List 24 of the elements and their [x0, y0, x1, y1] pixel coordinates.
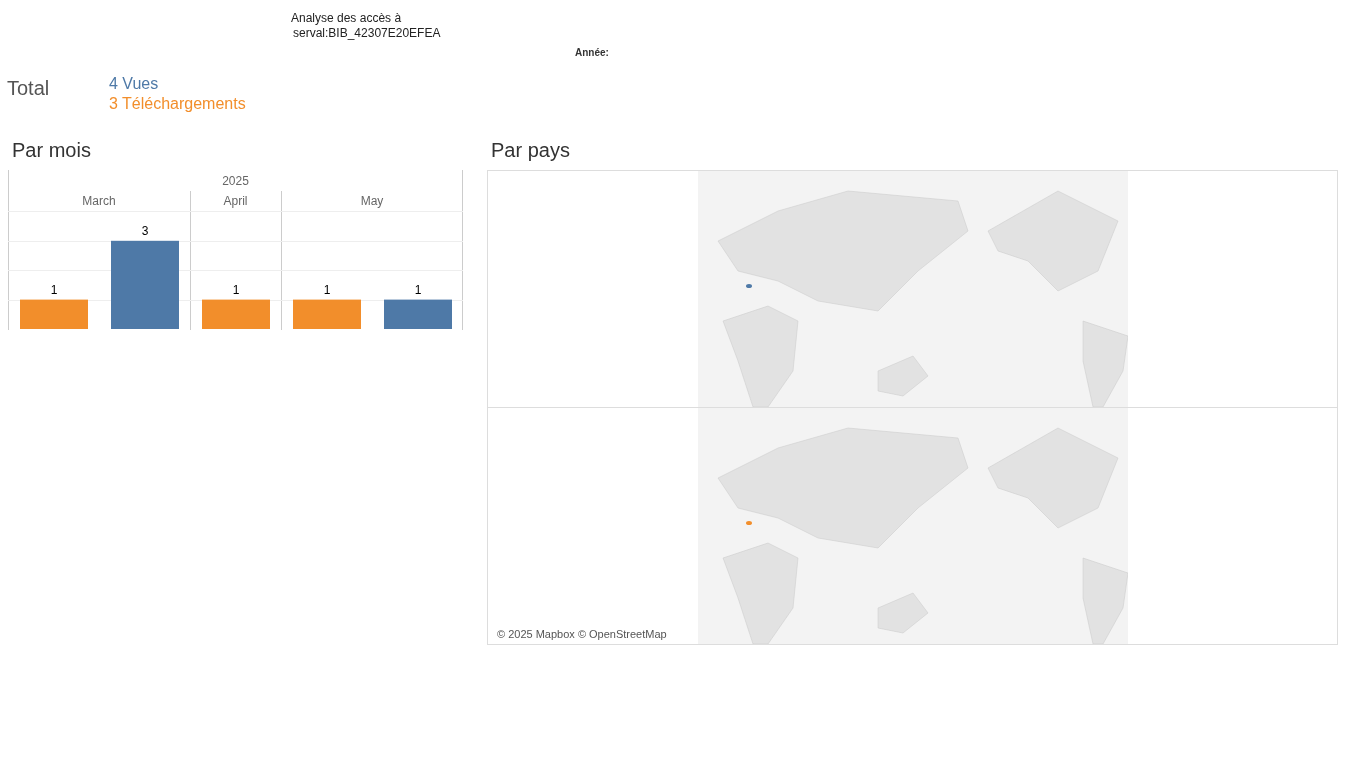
bar-value-label: 3	[141, 223, 149, 238]
bar[interactable]	[293, 299, 361, 329]
bar-value-label: 1	[50, 282, 58, 297]
bar-value-label: 1	[323, 282, 331, 297]
total-count: 4 Vues	[109, 74, 160, 94]
year-filter-label: Année:	[575, 47, 609, 58]
year-label: 2025	[222, 174, 249, 188]
bar-value-label: 1	[232, 282, 240, 297]
bar[interactable]	[20, 299, 88, 329]
report-title: Analyse des accès à	[291, 11, 403, 26]
month-label: May	[360, 194, 384, 208]
section-heading: Par mois	[12, 139, 92, 162]
world-map-drawing[interactable]	[697, 408, 1128, 644]
month-label: March	[82, 194, 116, 208]
month-label: April	[223, 194, 248, 208]
bar-value-label: 1	[414, 282, 422, 297]
bar[interactable]	[202, 299, 270, 329]
section-heading: Par pays	[491, 139, 571, 162]
total-label: Total	[7, 76, 51, 101]
bar[interactable]	[384, 299, 452, 329]
world-map-drawing[interactable]	[697, 171, 1128, 407]
total-count: 3 Téléchargements	[109, 94, 246, 114]
report-title: serval:BIB_42307E20EFEA	[292, 26, 442, 41]
map-attribution: © 2025 Mapbox © OpenStreetMap	[495, 627, 669, 641]
